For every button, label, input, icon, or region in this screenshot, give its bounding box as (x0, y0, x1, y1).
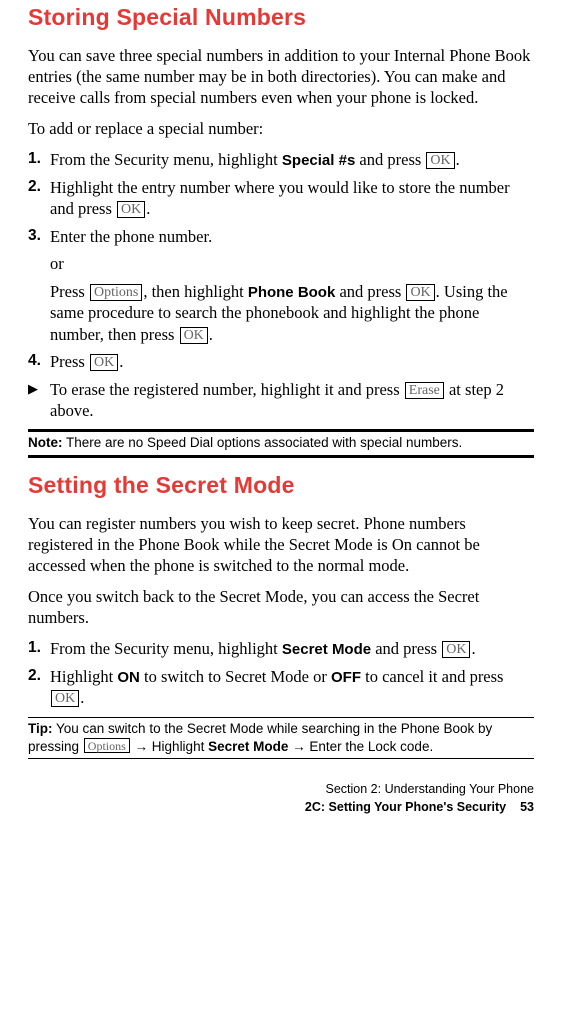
step-1: 1. From the Security menu, highlight Spe… (28, 149, 534, 171)
divider-thick (28, 455, 534, 458)
erase-key: Erase (405, 382, 444, 399)
step-text: From the Security menu, highlight Specia… (50, 149, 460, 171)
step-3-alt: Press Options, then highlight Phone Book… (50, 281, 534, 345)
ok-key: OK (90, 354, 118, 371)
footer-section-title: Section 2: Understanding Your Phone (28, 781, 534, 799)
step-3: 3. Enter the phone number. (28, 226, 534, 247)
step-text: From the Security menu, highlight Secret… (50, 638, 476, 660)
ok-key: OK (406, 284, 434, 301)
step-text: Highlight the entry number where you wou… (50, 177, 534, 220)
footer-line-2: 2C: Setting Your Phone's Security 53 (28, 799, 534, 817)
step-number: 2. (28, 666, 48, 687)
step-number: 1. (28, 638, 48, 659)
bold-label: Special #s (282, 152, 355, 169)
divider-thick (28, 429, 534, 432)
ok-key: OK (442, 641, 470, 658)
ok-key: OK (117, 201, 145, 218)
note-text: There are no Speed Dial options associat… (63, 435, 463, 450)
ok-key: OK (180, 327, 208, 344)
step-text: Highlight ON to switch to Secret Mode or… (50, 666, 534, 709)
step-number: 2. (28, 177, 48, 198)
intro-paragraph-2: To add or replace a special number: (28, 118, 534, 139)
heading-storing-special-numbers: Storing Special Numbers (28, 4, 534, 31)
ok-key: OK (426, 152, 454, 169)
bold-label: ON (117, 669, 140, 686)
document-page: Storing Special Numbers You can save thr… (0, 4, 562, 836)
note-row: Note: There are no Speed Dial options as… (28, 434, 534, 452)
step-4: 4. Press OK. (28, 351, 534, 372)
tip-row: Tip: You can switch to the Secret Mode w… (28, 720, 534, 756)
divider-thin (28, 758, 534, 759)
note-label: Note: (28, 435, 63, 450)
page-footer: Section 2: Understanding Your Phone 2C: … (28, 781, 534, 816)
triangle-bullet-icon: ▶ (28, 379, 48, 399)
step-1: 1. From the Security menu, highlight Sec… (28, 638, 534, 660)
bold-label: OFF (331, 669, 361, 686)
divider-thin (28, 717, 534, 718)
intro-paragraph-2: Once you switch back to the Secret Mode,… (28, 586, 534, 628)
step-list-2: 1. From the Security menu, highlight Sec… (28, 638, 534, 708)
step-3-or: or (50, 253, 534, 274)
step-list: 1. From the Security menu, highlight Spe… (28, 149, 534, 421)
intro-paragraph: You can save three special numbers in ad… (28, 45, 534, 108)
options-key: Options (84, 738, 130, 753)
bullet-erase: ▶ To erase the registered number, highli… (28, 379, 534, 422)
bold-label: Secret Mode (282, 641, 371, 658)
step-number: 3. (28, 226, 48, 247)
footer-chapter: 2C: Setting Your Phone's Security (305, 800, 506, 814)
step-2: 2. Highlight ON to switch to Secret Mode… (28, 666, 534, 709)
ok-key: OK (51, 690, 79, 707)
step-text: Enter the phone number. (50, 226, 212, 247)
bold-label: Secret Mode (208, 739, 288, 754)
heading-setting-secret-mode: Setting the Secret Mode (28, 472, 534, 499)
step-number: 1. (28, 149, 48, 170)
step-2: 2. Highlight the entry number where you … (28, 177, 534, 220)
step-number: 4. (28, 351, 48, 372)
page-number: 53 (520, 800, 534, 814)
bullet-text: To erase the registered number, highligh… (50, 379, 534, 422)
bold-label: Phone Book (248, 284, 336, 301)
options-key: Options (90, 284, 142, 301)
step-text: Press OK. (50, 351, 123, 372)
tip-label: Tip: (28, 721, 53, 736)
intro-paragraph: You can register numbers you wish to kee… (28, 513, 534, 576)
